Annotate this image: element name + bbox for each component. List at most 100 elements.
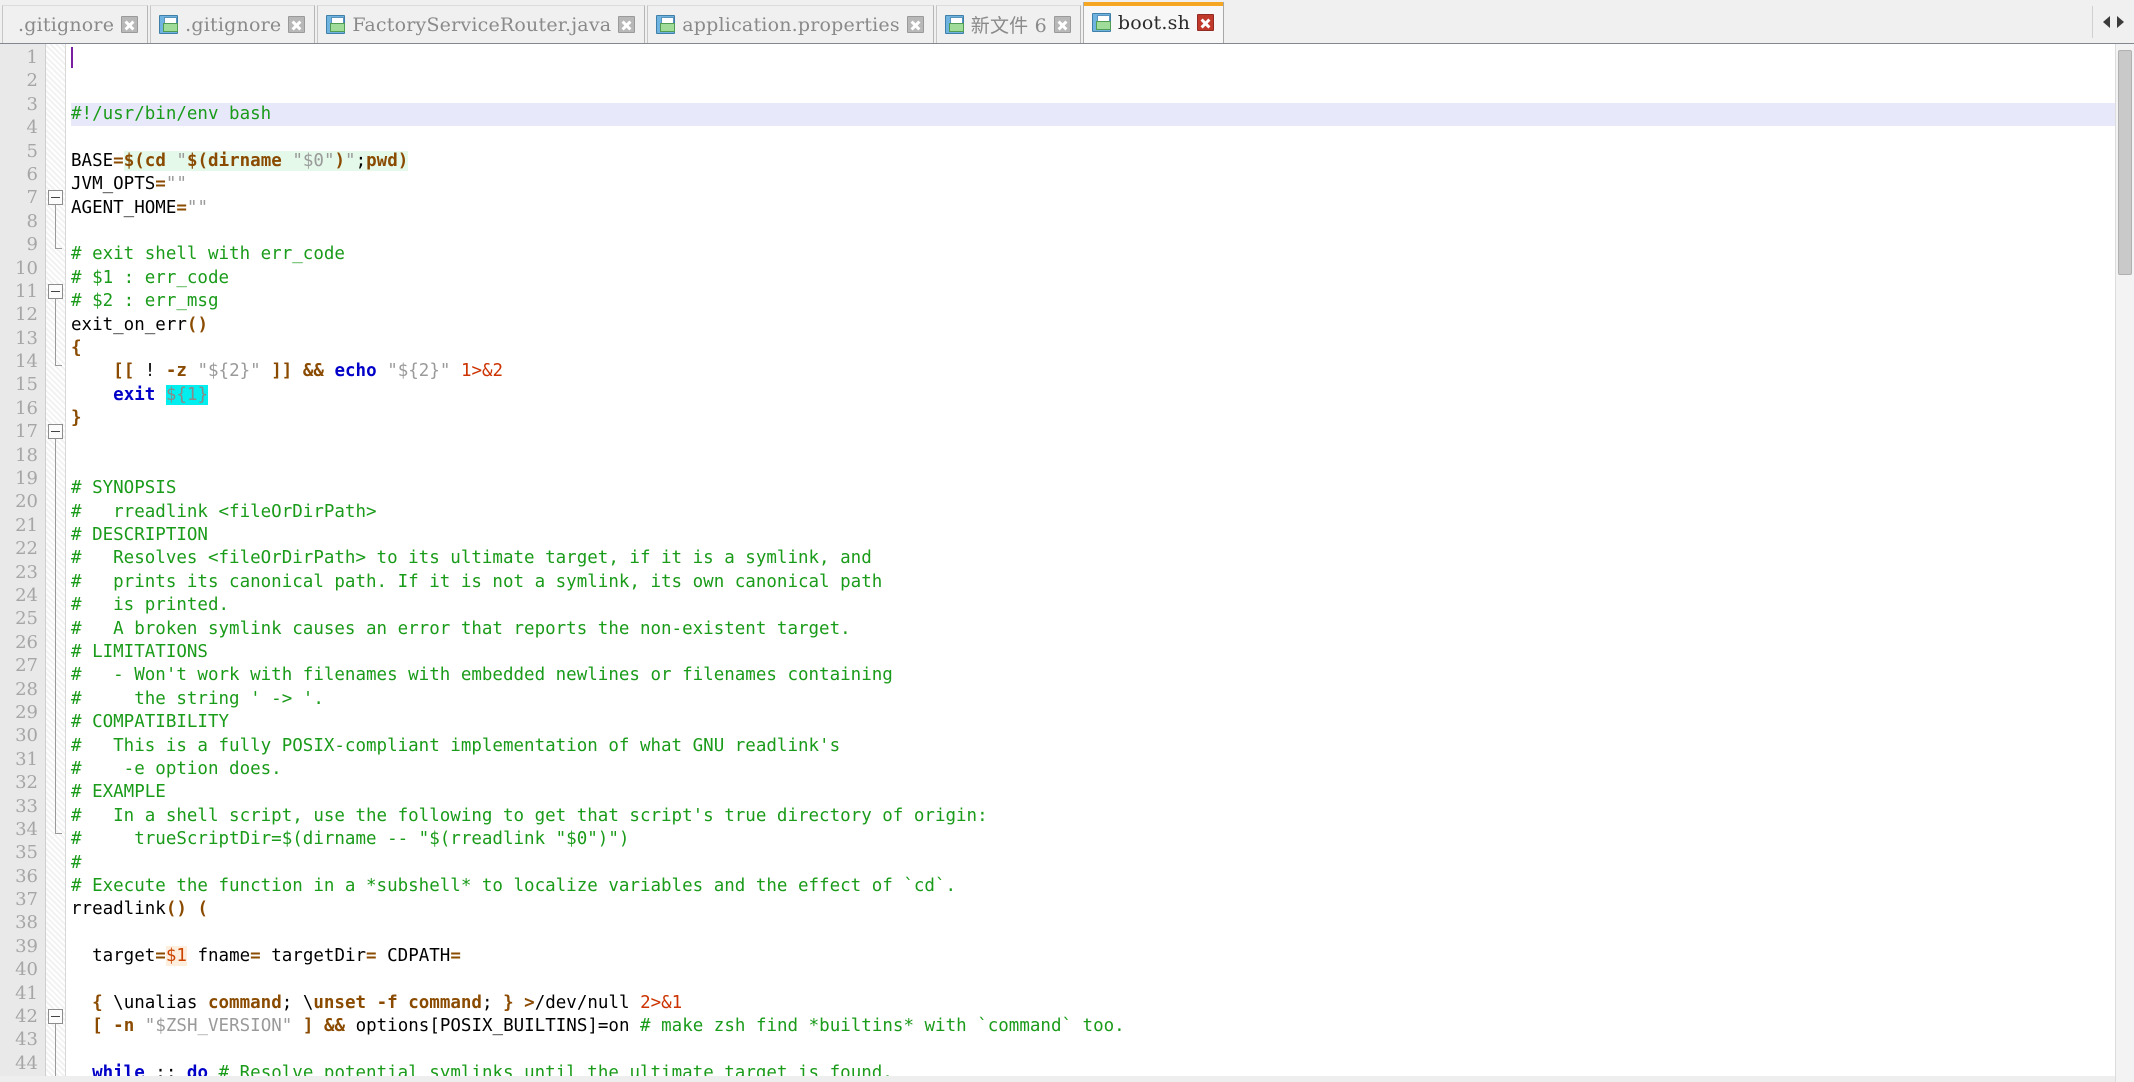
code-line[interactable]: JVM_OPTS="" xyxy=(71,173,2134,196)
code-line[interactable]: # SYNOPSIS xyxy=(71,477,2134,500)
code-line[interactable]: rreadlink() ( xyxy=(71,898,2134,921)
close-icon[interactable] xyxy=(618,16,636,33)
editor-tab-label: application.properties xyxy=(682,13,900,36)
code-line[interactable]: # prints its canonical path. If it is no… xyxy=(71,571,2134,594)
fold-toggle-icon[interactable] xyxy=(48,1009,63,1025)
editor-tab-label: FactoryServiceRouter.java xyxy=(352,13,612,36)
code-line[interactable]: #!/usr/bin/env bash xyxy=(71,103,2134,127)
code-line[interactable]: target=$1 fname= targetDir= CDPATH= xyxy=(71,945,2134,968)
code-line[interactable]: # Resolves <fileOrDirPath> to its ultima… xyxy=(71,547,2134,570)
code-line[interactable]: # trueScriptDir=$(dirname -- "$(rreadlin… xyxy=(71,828,2134,851)
code-line[interactable]: # exit shell with err_code xyxy=(71,243,2134,266)
code-line[interactable]: exit_on_err() xyxy=(71,314,2134,337)
code-line[interactable]: # LIMITATIONS xyxy=(71,641,2134,664)
line-number: 42 xyxy=(15,1006,38,1028)
code-line[interactable]: # $1 : err_code xyxy=(71,267,2134,290)
line-number: 16 xyxy=(15,397,38,419)
line-number: 11 xyxy=(15,280,38,302)
editor-tab-6[interactable]: 新文件 6 xyxy=(935,5,1081,43)
fold-range-line xyxy=(55,205,56,249)
line-number: 26 xyxy=(15,631,38,653)
code-line[interactable]: [[ ! -z "${2}" ]] && echo "${2}" 1>&2 xyxy=(71,360,2134,383)
tab-scroll-controls[interactable] xyxy=(2092,6,2134,38)
code-line[interactable]: # EXAMPLE xyxy=(71,781,2134,804)
code-line[interactable]: # xyxy=(71,852,2134,875)
fold-toggle-icon[interactable] xyxy=(48,424,63,440)
close-icon[interactable] xyxy=(1197,14,1215,31)
code-line[interactable]: # A broken symlink causes an error that … xyxy=(71,618,2134,641)
editor-tab-application-properties[interactable]: application.properties xyxy=(647,5,934,43)
code-editor[interactable]: 1 2 3 4 5 6 7 8 9 10 11 12 13 14 15 16 17 18 19 20 21 22 23 24 2… xyxy=(0,44,2134,1082)
code-text-area[interactable]: #!/usr/bin/env bash BASE=$(cd "$(dirname… xyxy=(66,44,2134,1082)
fold-toggle-icon[interactable] xyxy=(48,284,63,299)
code-line[interactable]: # the string ' -> '. xyxy=(71,688,2134,711)
code-line[interactable]: { xyxy=(71,337,2134,360)
code-line[interactable] xyxy=(71,454,2134,477)
line-number: 22 xyxy=(15,538,38,560)
line-number: 41 xyxy=(15,982,38,1004)
fold-range-line xyxy=(55,299,56,366)
code-line[interactable]: # COMPATIBILITY xyxy=(71,711,2134,734)
line-number: 37 xyxy=(15,889,38,911)
fold-range-line xyxy=(55,439,56,834)
code-line[interactable]: # DESCRIPTION xyxy=(71,524,2134,547)
code-line[interactable]: AGENT_HOME="" xyxy=(71,197,2134,220)
code-line[interactable]: # $2 : err_msg xyxy=(71,290,2134,313)
editor-tab-boot-sh[interactable]: boot.sh xyxy=(1082,2,1225,43)
line-number: 34 xyxy=(15,818,38,840)
code-line[interactable] xyxy=(71,968,2134,991)
line-number: 19 xyxy=(15,468,38,490)
floppy-disk-icon xyxy=(159,15,179,34)
floppy-disk-icon xyxy=(656,15,676,34)
code-line[interactable] xyxy=(71,430,2134,453)
line-number: 25 xyxy=(15,608,38,630)
code-line[interactable]: { \unalias command; \unset -f command; }… xyxy=(71,992,2134,1015)
code-line[interactable]: [ -n "$ZSH_VERSION" ] && options[POSIX_B… xyxy=(71,1015,2134,1038)
code-line[interactable]: # In a shell script, use the following t… xyxy=(71,805,2134,828)
editor-tab-gitignore[interactable]: .gitignore xyxy=(150,5,316,43)
line-number: 4 xyxy=(26,117,38,139)
code-line[interactable] xyxy=(71,220,2134,243)
code-line[interactable]: BASE=$(cd "$(dirname "$0")";pwd) xyxy=(71,150,2134,173)
code-line[interactable]: # This is a fully POSIX-compliant implem… xyxy=(71,735,2134,758)
code-line[interactable] xyxy=(71,1039,2134,1062)
code-line[interactable]: exit ${1} xyxy=(71,384,2134,407)
editor-tab-factoryservicerouter-java[interactable]: FactoryServiceRouter.java xyxy=(317,5,646,43)
vertical-scrollbar[interactable] xyxy=(2115,44,2134,1082)
line-number: 24 xyxy=(15,584,38,606)
vertical-scrollbar-thumb[interactable] xyxy=(2118,50,2132,275)
floppy-disk-icon xyxy=(326,15,346,34)
close-icon[interactable] xyxy=(906,16,924,33)
line-number: 21 xyxy=(15,514,38,536)
editor-tab-label: 新文件 6 xyxy=(970,15,1047,37)
close-icon[interactable] xyxy=(1053,16,1071,33)
line-number: 29 xyxy=(15,701,38,723)
line-number-gutter: 1 2 3 4 5 6 7 8 9 10 11 12 13 14 15 16 17 18 19 20 21 22 23 24 2… xyxy=(0,44,46,1082)
floppy-disk-icon xyxy=(944,15,964,34)
code-line[interactable]: } xyxy=(71,407,2134,430)
tabs-container: .gitignore .gitignore FactoryServiceRouter… xyxy=(2,2,1226,43)
code-line[interactable]: # Execute the function in a *subshell* t… xyxy=(71,875,2134,898)
close-icon[interactable] xyxy=(288,16,306,33)
fold-toggle-icon[interactable] xyxy=(48,190,63,206)
editor-tab-gitignore[interactable]: .gitignore xyxy=(2,5,149,43)
line-number: 28 xyxy=(15,678,38,700)
chevron-right-icon[interactable] xyxy=(2117,16,2124,28)
line-number: 18 xyxy=(15,444,38,466)
line-number: 5 xyxy=(26,140,38,162)
close-icon[interactable] xyxy=(121,16,139,33)
code-line[interactable]: # -e option does. xyxy=(71,758,2134,781)
code-line[interactable]: # rreadlink <fileOrDirPath> xyxy=(71,501,2134,524)
horizontal-scrollbar[interactable] xyxy=(0,1076,2115,1082)
line-number: 10 xyxy=(15,257,38,279)
code-line[interactable] xyxy=(71,126,2134,149)
code-line[interactable] xyxy=(71,922,2134,945)
code-line[interactable]: # is printed. xyxy=(71,594,2134,617)
chevron-left-icon[interactable] xyxy=(2103,16,2110,28)
code-folding-column[interactable] xyxy=(46,44,66,1082)
line-number: 2 xyxy=(26,70,38,92)
code-line[interactable]: # - Won't work with filenames with embed… xyxy=(71,664,2134,687)
line-number: 32 xyxy=(15,772,38,794)
line-number: 39 xyxy=(15,935,38,957)
editor-tab-label: .gitignore xyxy=(18,13,115,36)
